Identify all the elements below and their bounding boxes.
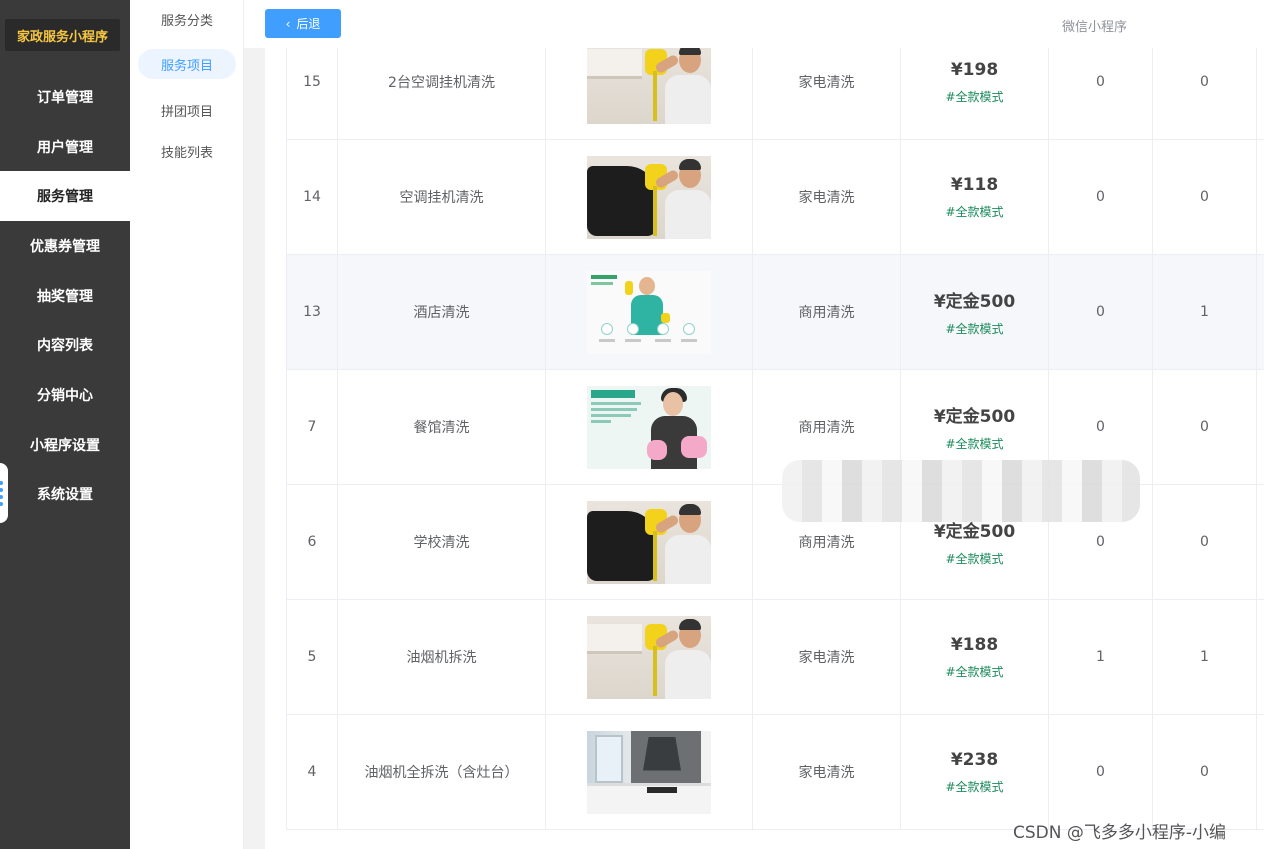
row-category: 家电清洗 [753,140,901,254]
main-nav: 订单管理 用户管理 服务管理 优惠券管理 抽奖管理 内容列表 分销中心 小程序设… [0,72,130,519]
sub-item-group-buy[interactable]: 拼团项目 [138,95,236,125]
sub-item-skills[interactable]: 技能列表 [138,136,236,166]
content-gutter [244,48,265,849]
watermark: CSDN @飞多多小程序-小编 [1013,823,1227,843]
row-count-a: 0 [1049,715,1153,829]
row-mode: #全款模式 [945,552,1004,566]
row-price-cell: ¥定金500 #全款模式 [901,255,1049,369]
nav-item-content[interactable]: 内容列表 [0,320,130,370]
row-mode: #全款模式 [945,322,1004,336]
service-thumbnail[interactable] [587,500,711,584]
back-button[interactable]: ‹ 后退 [265,9,341,38]
row-id: 13 [286,255,338,369]
row-name: 餐馆清洗 [338,370,546,484]
service-thumbnail[interactable] [587,730,711,814]
drag-handle-icon[interactable] [0,463,8,523]
row-name: 学校清洗 [338,485,546,599]
row-category: 商用清洗 [753,255,901,369]
nav-item-coupons[interactable]: 优惠券管理 [0,221,130,271]
nav-item-system-settings[interactable]: 系统设置 [0,470,130,520]
row-image-cell [546,485,753,599]
row-overflow-cell [1257,485,1264,599]
service-thumbnail[interactable] [587,385,711,469]
row-name: 空调挂机清洗 [338,140,546,254]
row-price: ¥238 [950,749,999,770]
main-sidebar: 家政服务小程序 订单管理 用户管理 服务管理 优惠券管理 抽奖管理 内容列表 分… [0,0,130,849]
sub-sidebar: 服务分类 服务项目 拼团项目 技能列表 [130,0,244,849]
table-row: 14 空调挂机清洗 家电清洗 ¥118 #全款模式 0 0 [286,140,1264,255]
row-mode: #全款模式 [945,437,1004,451]
sub-item-service-items[interactable]: 服务项目 [138,49,236,79]
nav-item-lottery[interactable]: 抽奖管理 [0,271,130,321]
row-count-b: 0 [1153,140,1257,254]
row-price-cell: ¥188 #全款模式 [901,600,1049,714]
row-price: ¥188 [950,634,999,655]
nav-item-services[interactable]: 服务管理 [0,171,130,222]
back-button-label: 后退 [296,17,321,31]
row-id: 14 [286,140,338,254]
table-row: 5 油烟机拆洗 家电清洗 ¥188 #全款模式 1 1 [286,600,1264,715]
row-count-b: 0 [1153,485,1257,599]
table-row: 13 酒店清洗 商用清洗 ¥定金500 #全款模式 0 1 [286,255,1264,370]
row-price-cell: ¥118 #全款模式 [901,140,1049,254]
row-overflow-cell [1257,600,1264,714]
row-id: 6 [286,485,338,599]
row-count-b: 1 [1153,255,1257,369]
row-image-cell [546,255,753,369]
row-count-a: 1 [1049,600,1153,714]
row-price: ¥198 [950,59,999,80]
row-count-a: 0 [1049,140,1153,254]
row-mode: #全款模式 [945,779,1004,794]
top-header: ‹ 后退 微信小程序 [244,0,1264,48]
row-id: 4 [286,715,338,829]
row-category: 家电清洗 [753,600,901,714]
row-overflow-cell [1257,255,1264,369]
row-image-cell [546,715,753,829]
row-price: ¥定金500 [933,292,1016,312]
row-mode: #全款模式 [945,204,1004,219]
service-thumbnail[interactable] [587,615,711,699]
row-category: 家电清洗 [753,715,901,829]
row-count-b: 0 [1153,715,1257,829]
row-count-b: 1 [1153,600,1257,714]
row-id: 5 [286,600,338,714]
row-name: 油烟机全拆洗（含灶台） [338,715,546,829]
chevron-left-icon: ‹ [285,16,291,31]
row-image-cell [546,370,753,484]
row-overflow-cell [1257,140,1264,254]
nav-item-miniprogram-settings[interactable]: 小程序设置 [0,420,130,470]
table-row: 4 油烟机全拆洗（含灶台） 家电清洗 ¥238 #全款模式 0 0 [286,715,1264,830]
row-count-a: 0 [1049,255,1153,369]
row-name: 油烟机拆洗 [338,600,546,714]
row-mode: #全款模式 [945,89,1004,104]
row-image-cell [546,140,753,254]
brand-title: 家政服务小程序 [5,19,120,51]
row-image-cell [546,600,753,714]
row-price-cell: ¥238 #全款模式 [901,715,1049,829]
row-id: 7 [286,370,338,484]
row-name: 酒店清洗 [338,255,546,369]
service-thumbnail[interactable] [587,40,711,124]
row-price: ¥定金500 [933,407,1016,427]
row-count-b: 0 [1153,370,1257,484]
nav-item-users[interactable]: 用户管理 [0,122,130,172]
sub-item-service-category[interactable]: 服务分类 [138,4,236,34]
blurred-overlay [782,460,1140,522]
service-thumbnail[interactable] [587,270,711,354]
row-overflow-cell [1257,715,1264,829]
nav-item-distribution[interactable]: 分销中心 [0,370,130,420]
row-price: ¥118 [950,174,999,195]
mini-program-label: 微信小程序 [1062,20,1128,35]
service-thumbnail[interactable] [587,155,711,239]
nav-item-orders[interactable]: 订单管理 [0,72,130,122]
service-table: 15 2台空调挂机清洗 家电清洗 ¥198 #全款模式 0 0 14 空调挂机清… [286,25,1264,830]
row-mode: #全款模式 [945,664,1004,679]
row-overflow-cell [1257,370,1264,484]
